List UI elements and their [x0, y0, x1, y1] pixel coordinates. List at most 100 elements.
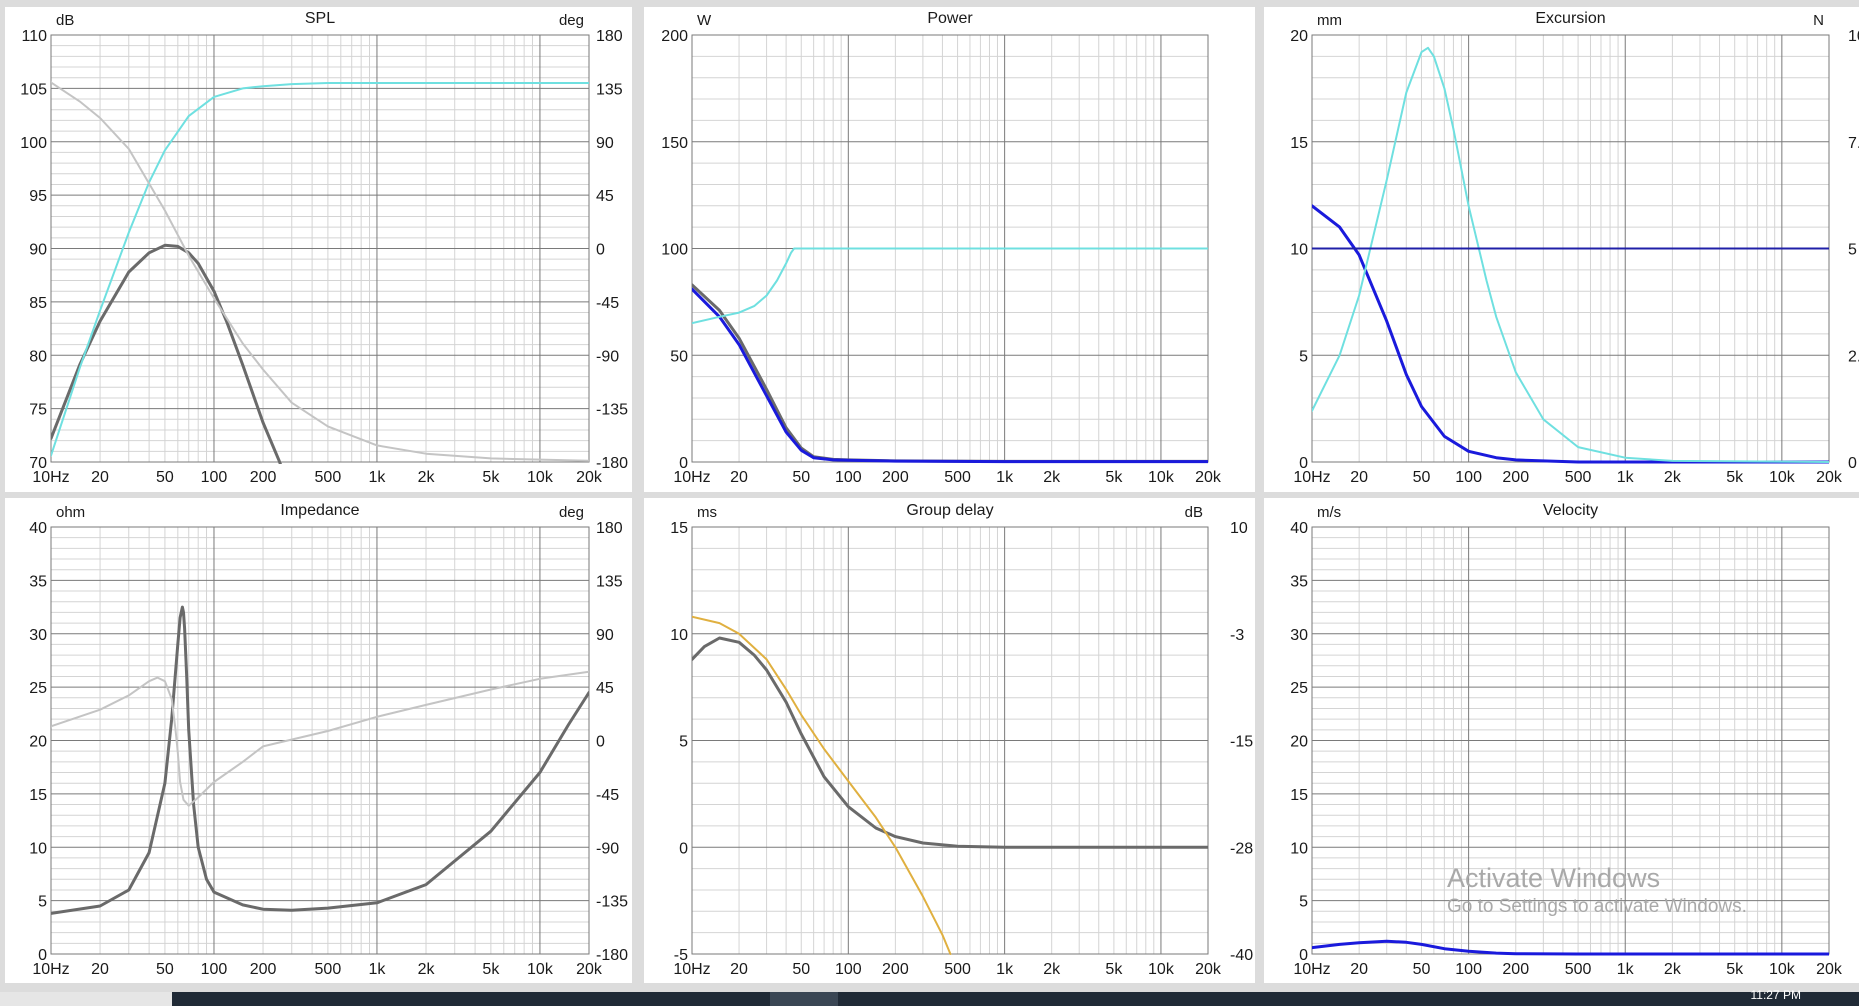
- velocity-y-tick-label: 30: [1290, 627, 1308, 644]
- spl-title: SPL: [305, 10, 335, 27]
- group-delay-y2-tick-label: -3: [1230, 627, 1244, 644]
- velocity-title: Velocity: [1543, 502, 1598, 519]
- watermark-subtitle: Go to Settings to activate Windows.: [1447, 896, 1747, 917]
- excursion-y-tick-label: 5: [1299, 348, 1308, 365]
- excursion-x-tick-label: 2k: [1664, 469, 1682, 486]
- excursion-y2-tick-label: 7.5: [1848, 135, 1859, 152]
- group-delay-y2-tick-label: -28: [1230, 840, 1253, 857]
- watermark-title: Activate Windows: [1447, 863, 1661, 893]
- group-delay-x-tick-label: 50: [792, 961, 810, 978]
- impedance-x-tick-label: 20: [91, 961, 109, 978]
- group-delay-x-tick-label: 20k: [1195, 961, 1222, 978]
- taskbar-clock[interactable]: 11:27 PM: [1751, 988, 1801, 1002]
- spl-y2-tick-label: -90: [596, 348, 619, 365]
- velocity-y-tick-label: 10: [1290, 840, 1308, 857]
- power-chart: 05010015020010Hz 20 50 100 200 500 1k 2k 5k 10k 20…: [644, 7, 1255, 492]
- power-left-unit: W: [697, 12, 712, 29]
- velocity-x-tick-label: 50: [1413, 961, 1431, 978]
- spl-y-tick-label: 110: [21, 28, 47, 45]
- velocity-y-tick-label: 15: [1290, 787, 1308, 804]
- impedance-y-tick-label: 5: [38, 894, 47, 911]
- spl-y2-tick-label: -45: [596, 295, 619, 312]
- excursion-x-tick-label: 1k: [1617, 469, 1635, 486]
- impedance-x-tick-label: 10k: [527, 961, 554, 978]
- excursion-y-tick-label: 10: [1290, 242, 1308, 259]
- impedance-x-tick-label: 10Hz: [32, 961, 69, 978]
- impedance-y2-tick-label: 135: [596, 573, 623, 590]
- spl-y2-tick-label: 135: [596, 81, 623, 98]
- group-delay-y2-tick-label: 10: [1230, 520, 1248, 537]
- spl-x-tick-label: 20k: [576, 469, 603, 486]
- spl-y2-tick-label: 0: [596, 242, 605, 259]
- group-delay-y-tick-label: 5: [679, 734, 688, 751]
- group-delay-x-tick-label: 5k: [1105, 961, 1123, 978]
- velocity-x-tick-label: 200: [1502, 961, 1529, 978]
- power-x-tick-label: 10Hz: [673, 469, 710, 486]
- velocity-left-unit: m/s: [1317, 504, 1341, 521]
- velocity-y-tick-label: 35: [1290, 573, 1308, 590]
- impedance-y-tick-label: 25: [29, 680, 47, 697]
- chart-canvas: 707580859095100105110-180-135-90-4504590…: [5, 7, 1859, 983]
- group-delay-x-tick-label: 1k: [996, 961, 1014, 978]
- spl-x-tick-label: 1k: [369, 469, 387, 486]
- velocity-y-tick-label: 25: [1290, 680, 1308, 697]
- impedance-x-tick-label: 20k: [576, 961, 603, 978]
- power-y-tick-label: 50: [670, 348, 688, 365]
- impedance-right-unit: deg: [559, 504, 584, 521]
- impedance-y-tick-label: 35: [29, 573, 47, 590]
- excursion-x-tick-label: 20: [1350, 469, 1368, 486]
- group-delay-x-tick-label: 10k: [1148, 961, 1175, 978]
- taskbar-app-button[interactable]: [770, 992, 838, 1006]
- excursion-y2-tick-label: 10: [1848, 28, 1859, 45]
- excursion-x-tick-label: 500: [1565, 469, 1592, 486]
- excursion-y-tick-label: 15: [1290, 135, 1308, 152]
- power-x-tick-label: 20k: [1195, 469, 1222, 486]
- spl-x-tick-label: 100: [201, 469, 228, 486]
- power-x-tick-label: 200: [882, 469, 909, 486]
- spl-x-tick-label: 20: [91, 469, 109, 486]
- power-x-tick-label: 5k: [1105, 469, 1123, 486]
- power-x-tick-label: 100: [835, 469, 862, 486]
- group-delay-right-unit: dB: [1185, 504, 1203, 521]
- spl-y2-tick-label: 180: [596, 28, 623, 45]
- impedance-y-tick-label: 30: [29, 627, 47, 644]
- impedance-y2-tick-label: -45: [596, 787, 619, 804]
- impedance-x-tick-label: 500: [315, 961, 342, 978]
- velocity-x-tick-label: 10k: [1769, 961, 1796, 978]
- spl-x-tick-label: 5k: [482, 469, 500, 486]
- group-delay-chart: -5051015-40-28-15-31010Hz 20 50 100 200 500 1k…: [644, 498, 1255, 983]
- group-delay-x-tick-label: 20: [730, 961, 748, 978]
- power-y-tick-label: 150: [661, 135, 688, 152]
- spl-x-tick-label: 500: [315, 469, 342, 486]
- spl-left-unit: dB: [56, 12, 74, 29]
- spl-x-tick-label: 10Hz: [32, 469, 69, 486]
- power-x-tick-label: 1k: [996, 469, 1014, 486]
- velocity-y-tick-label: 20: [1290, 734, 1308, 751]
- impedance-y-tick-label: 15: [29, 787, 47, 804]
- excursion-x-tick-label: 5k: [1726, 469, 1744, 486]
- spl-y2-tick-label: 90: [596, 135, 614, 152]
- taskbar-search-area[interactable]: [0, 992, 172, 1006]
- spl-x-tick-label: 200: [250, 469, 277, 486]
- impedance-y2-tick-label: 90: [596, 627, 614, 644]
- excursion-title: Excursion: [1535, 10, 1605, 27]
- impedance-x-tick-label: 100: [201, 961, 228, 978]
- group-delay-left-unit: ms: [697, 504, 717, 521]
- power-y-tick-label: 200: [661, 28, 688, 45]
- velocity-x-tick-label: 5k: [1726, 961, 1744, 978]
- excursion-x-tick-label: 10k: [1769, 469, 1796, 486]
- power-title: Power: [927, 10, 973, 27]
- impedance-x-tick-label: 2k: [418, 961, 436, 978]
- excursion-left-unit: mm: [1317, 12, 1342, 29]
- spl-y-tick-label: 105: [20, 81, 47, 98]
- excursion-y-tick-label: 20: [1290, 28, 1308, 45]
- excursion-x-tick-label: 10Hz: [1293, 469, 1330, 486]
- impedance-grid: [50, 526, 590, 955]
- spl-chart: 707580859095100105110-180-135-90-4504590…: [5, 7, 632, 492]
- group-delay-y-tick-label: 0: [679, 840, 688, 857]
- velocity-x-tick-label: 10Hz: [1293, 961, 1330, 978]
- group-delay-x-tick-label: 500: [944, 961, 971, 978]
- power-x-tick-label: 20: [730, 469, 748, 486]
- excursion-x-tick-label: 100: [1455, 469, 1482, 486]
- spl-right-unit: deg: [559, 12, 584, 29]
